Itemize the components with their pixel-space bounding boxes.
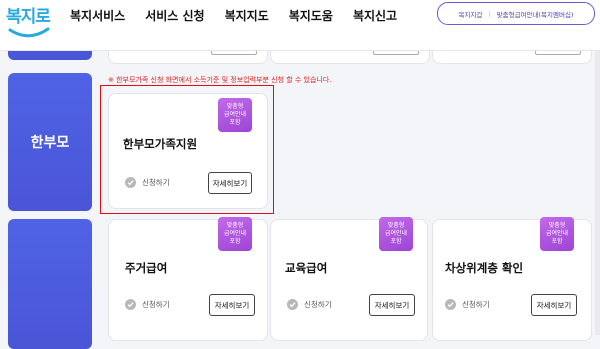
badge-line: 맞춤형 (387, 222, 405, 229)
scrollbar[interactable] (595, 50, 600, 335)
pill-link-benefit-guide[interactable]: 맞춤형급여안내(복지멤버십) (497, 9, 574, 19)
nav-welfare-help[interactable]: 복지도움 (289, 7, 333, 24)
status-label: 신청하기 (142, 300, 170, 309)
badge-line: 급여안내 (384, 230, 408, 237)
card-title: 교육급여 (285, 261, 328, 275)
check-icon (445, 299, 456, 310)
nav-service-apply[interactable]: 서비스 신청 (145, 7, 204, 24)
check-icon (125, 177, 136, 188)
custom-benefit-badge: 맞춤형 급여안내 포함 (540, 217, 574, 251)
detail-button[interactable]: 자세히보기 (531, 294, 577, 316)
check-icon (287, 299, 298, 310)
section-label: 한부모 (30, 135, 70, 151)
card-title: 한부모가족지원 (123, 137, 198, 151)
side-block-single-parent: 한부모 (8, 73, 92, 211)
side-block-next (8, 219, 92, 349)
notice-text: ※ 한부모가족 신청 화면에서 소득기준 및 정보입력부분 신청 할 수 있습니… (108, 76, 332, 84)
pill-link-wallet[interactable]: 복지지갑 (459, 9, 483, 19)
pill-divider: | (488, 9, 491, 18)
badge-line: 포함 (551, 238, 563, 245)
custom-benefit-badge: 맞춤형 급여안내 포함 (218, 217, 252, 251)
card-title: 주거급여 (125, 261, 168, 275)
badge-line: 급여안내 (223, 230, 247, 237)
badge-line: 맞춤형 (548, 222, 566, 229)
apply-status: 신청하기 (287, 299, 332, 310)
badge-line: 급여안내 (223, 111, 247, 118)
detail-button[interactable]: 자세히보기 (369, 294, 415, 316)
custom-benefit-badge: 맞춤형 급여안내 포함 (379, 217, 413, 251)
badge-line: 맞춤형 (226, 103, 244, 110)
service-card-education[interactable]: 맞춤형 급여안내 포함 교육급여 신청하기 자세히보기 (270, 217, 428, 341)
apply-status: 신청하기 (445, 299, 490, 310)
service-card-near-poverty[interactable]: 맞춤형 급여안내 포함 차상위계층 확인 신청하기 자세히보기 (432, 217, 592, 341)
logo-swoosh-icon (8, 27, 50, 38)
badge-line: 맞춤형 (226, 222, 244, 229)
badge-line: 포함 (229, 238, 241, 245)
top-header: 복지로 복지서비스 서비스 신청 복지지도 복지도움 복지신고 복지지갑 | 맞… (0, 0, 600, 51)
main-nav: 복지서비스 서비스 신청 복지지도 복지도움 복지신고 (70, 7, 417, 24)
badge-line: 포함 (390, 238, 402, 245)
status-label: 신청하기 (462, 300, 490, 309)
nav-welfare-services[interactable]: 복지서비스 (70, 7, 125, 24)
logo-text: 복지로 (6, 7, 51, 27)
service-card-housing[interactable]: 맞춤형 급여안내 포함 주거급여 신청하기 자세히보기 (108, 217, 268, 341)
nav-welfare-report[interactable]: 복지신고 (353, 7, 397, 24)
custom-benefit-badge: 맞춤형 급여안내 포함 (218, 98, 252, 132)
badge-line: 급여안내 (545, 230, 569, 237)
site-logo[interactable]: 복지로 (6, 2, 52, 42)
apply-status: 신청하기 (125, 299, 170, 310)
badge-line: 포함 (229, 119, 241, 126)
card-title: 차상위계층 확인 (445, 261, 524, 275)
apply-status: 신청하기 (125, 177, 170, 188)
nav-welfare-map[interactable]: 복지지도 (225, 7, 269, 24)
status-label: 신청하기 (304, 300, 332, 309)
service-card-single-parent[interactable]: 맞춤형 급여안내 포함 한부모가족지원 신청하기 자세히보기 (108, 93, 268, 209)
top-pill-links: 복지지갑 | 맞춤형급여안내(복지멤버십) (437, 2, 595, 25)
detail-button[interactable]: 자세히보기 (209, 294, 255, 316)
status-label: 신청하기 (142, 178, 170, 187)
detail-button[interactable]: 자세히보기 (208, 172, 252, 194)
check-icon (125, 299, 136, 310)
